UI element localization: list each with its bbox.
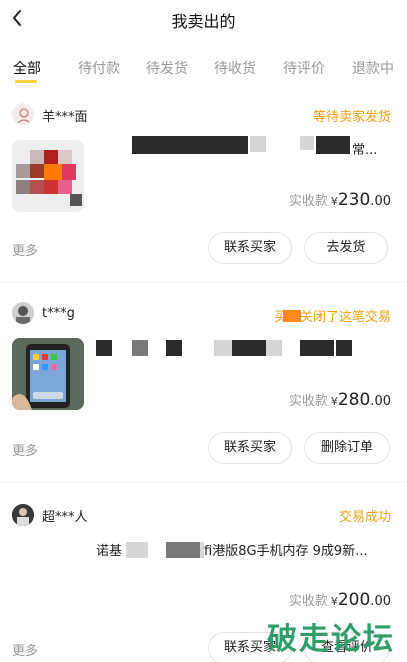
more-link[interactable]: 更多 xyxy=(12,640,38,659)
redacted-text xyxy=(96,340,112,356)
user-avatar-icon xyxy=(12,504,34,526)
order-status: 等待卖家发货 xyxy=(312,110,391,125)
product-title: 常... xyxy=(352,143,378,158)
avatar xyxy=(12,504,34,526)
product-title: fi港版8G手机内存 9成9新... xyxy=(204,544,368,559)
amount-label: 实收款 xyxy=(288,594,328,609)
redacted-text xyxy=(166,542,200,558)
divider xyxy=(0,282,407,283)
redacted-text xyxy=(132,136,248,154)
amount-decimal: .00 xyxy=(370,194,391,209)
tab-bar: 全部 待付款 待发货 待收货 待评价 退款中 xyxy=(0,58,407,88)
order-status: 交易成功 xyxy=(338,510,391,525)
received-amount: 实收款 ¥230.00 xyxy=(289,190,391,210)
tab-all[interactable]: 全部 xyxy=(13,58,41,78)
buyer-name: 超***人 xyxy=(42,510,88,525)
redacted-text xyxy=(316,136,350,154)
phone-photo-icon xyxy=(12,338,84,410)
active-tab-indicator xyxy=(15,80,37,83)
buyer-name: t***g xyxy=(42,306,75,321)
amount-decimal: .00 xyxy=(370,594,391,609)
amount-integer: 200 xyxy=(337,590,371,610)
redacted-text xyxy=(232,340,266,356)
redacted-text xyxy=(300,136,314,150)
tab-pending-review[interactable]: 待评价 xyxy=(283,58,325,78)
contact-buyer-button[interactable]: 联系买家 xyxy=(208,232,292,264)
more-link[interactable]: 更多 xyxy=(12,240,38,259)
tab-pending-receipt[interactable]: 待收货 xyxy=(214,58,256,78)
amount-label: 实收款 xyxy=(288,394,328,409)
redacted-text xyxy=(166,340,182,356)
redacted-text xyxy=(132,340,148,356)
delete-order-button[interactable]: 删除订单 xyxy=(304,432,390,464)
tab-refunding[interactable]: 退款中 xyxy=(352,58,394,78)
avatar xyxy=(12,302,34,324)
user-avatar-icon xyxy=(12,302,34,324)
product-image[interactable] xyxy=(12,338,84,410)
page-title: 我卖出的 xyxy=(171,12,236,31)
received-amount: 实收款 ¥280.00 xyxy=(289,390,391,410)
user-avatar-icon xyxy=(16,108,32,124)
currency-symbol: ¥ xyxy=(330,195,338,208)
product-image[interactable] xyxy=(12,140,84,212)
redacted-text xyxy=(126,542,148,558)
forum-watermark: 破走论坛 xyxy=(267,622,395,657)
redacted-text xyxy=(214,340,232,356)
more-link[interactable]: 更多 xyxy=(12,440,38,459)
currency-symbol: ¥ xyxy=(330,395,338,408)
amount-decimal: .00 xyxy=(370,394,391,409)
redacted-text xyxy=(266,340,282,356)
redacted-text xyxy=(250,136,266,152)
amount-integer: 280 xyxy=(337,390,371,410)
divider xyxy=(0,482,407,483)
amount-label: 实收款 xyxy=(288,194,328,209)
product-thumbnail-icon xyxy=(12,140,84,212)
buyer-name: 羊***面 xyxy=(42,110,88,125)
tab-pending-payment[interactable]: 待付款 xyxy=(78,58,120,78)
product-title-start: 诺基 xyxy=(96,544,123,559)
contact-buyer-button[interactable]: 联系买家 xyxy=(208,432,292,464)
header: 我卖出的 xyxy=(0,0,407,40)
redacted-text xyxy=(300,340,334,356)
redacted-text xyxy=(336,340,352,356)
ship-button[interactable]: 去发货 xyxy=(304,232,388,264)
avatar xyxy=(12,103,34,125)
amount-integer: 230 xyxy=(337,190,371,210)
redacted-text xyxy=(283,310,301,322)
tab-pending-shipment[interactable]: 待发货 xyxy=(146,58,188,78)
received-amount: 实收款 ¥200.00 xyxy=(289,590,391,610)
currency-symbol: ¥ xyxy=(330,595,338,608)
